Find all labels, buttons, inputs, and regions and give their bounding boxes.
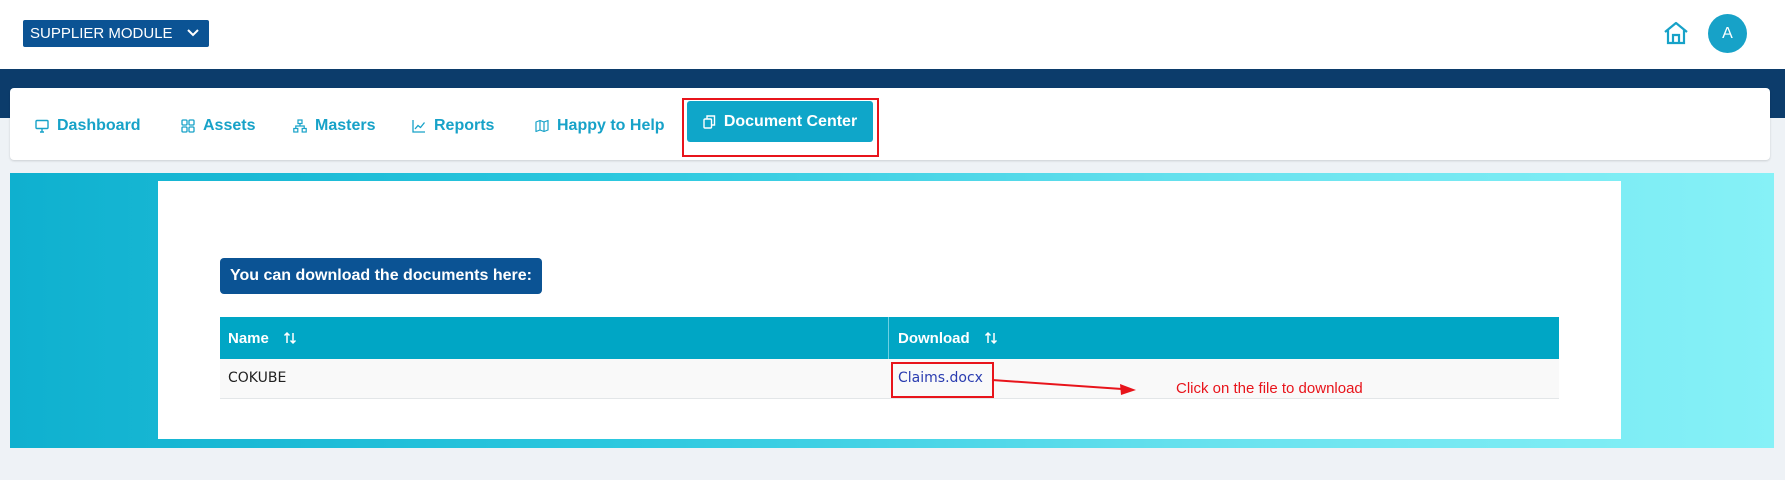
nav-item-happy-to-help[interactable]: Happy to Help (535, 115, 665, 137)
panel-heading: You can download the documents here: (220, 258, 542, 294)
nav-item-label: Assets (203, 117, 256, 134)
nav-item-reports[interactable]: Reports (412, 115, 494, 137)
sort-icon (283, 331, 296, 345)
documents-icon (703, 114, 716, 129)
trend-chart-icon (412, 120, 426, 133)
nav-item-assets[interactable]: Assets (181, 115, 255, 137)
module-selector-label: SUPPLIER MODULE (30, 25, 173, 42)
annotation-text: Click on the file to download (1176, 380, 1363, 397)
top-header: SUPPLIER MODULE A (0, 0, 1785, 69)
map-icon (535, 119, 549, 133)
hierarchy-icon (293, 119, 307, 133)
nav-item-label: Happy to Help (557, 117, 665, 134)
column-header-name[interactable]: Name (228, 317, 297, 359)
grid-icon (181, 119, 195, 133)
nav-item-label: Reports (434, 117, 495, 134)
document-panel (158, 181, 1621, 439)
table-header: Name Download (220, 317, 1559, 359)
monitor-icon (35, 119, 49, 133)
cell-name: COKUBE (228, 370, 287, 386)
nav-item-label: Masters (315, 117, 376, 134)
download-link[interactable]: Claims.docx (898, 370, 983, 386)
nav-item-document-center[interactable]: Document Center (687, 101, 873, 142)
column-divider (888, 317, 889, 359)
column-header-label: Name (228, 329, 269, 347)
nav-item-masters[interactable]: Masters (293, 115, 375, 137)
column-header-download[interactable]: Download (898, 317, 998, 359)
arrow-icon (991, 379, 1136, 395)
module-selector[interactable]: SUPPLIER MODULE (23, 20, 209, 47)
nav-item-label: Dashboard (57, 117, 141, 134)
home-icon[interactable] (1662, 19, 1690, 47)
sort-icon (984, 331, 997, 345)
main-nav: Dashboard Assets Masters Reports Happy t… (10, 88, 1770, 160)
column-header-label: Download (898, 329, 970, 347)
nav-item-dashboard[interactable]: Dashboard (35, 115, 141, 137)
nav-item-label: Document Center (723, 112, 858, 130)
chevron-down-icon (187, 29, 199, 37)
user-avatar[interactable]: A (1708, 14, 1747, 53)
